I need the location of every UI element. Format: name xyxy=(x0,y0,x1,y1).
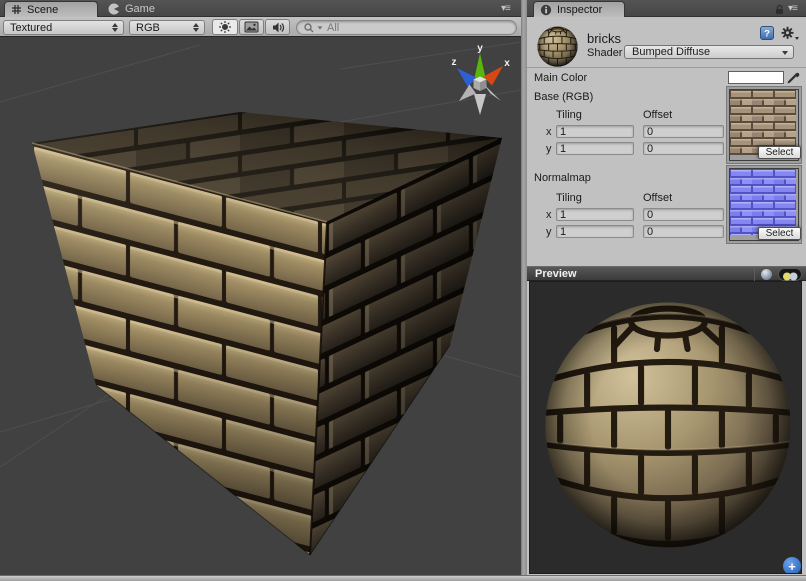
inspector-tabstrip: Inspector ▾≡ xyxy=(527,0,806,17)
tab-inspector[interactable]: Inspector xyxy=(533,1,625,17)
search-icon xyxy=(303,22,316,34)
material-preview-area[interactable]: + xyxy=(529,281,802,574)
window-bottom-edge xyxy=(0,575,806,581)
preview-title: Preview xyxy=(535,268,577,280)
base-section-label: Base (RGB) xyxy=(534,91,593,103)
scene-toolbar: Textured RGB xyxy=(0,17,521,37)
base-offset-y-field[interactable] xyxy=(643,142,724,155)
preview-lighting-toggle[interactable] xyxy=(778,268,802,281)
material-name: bricks xyxy=(587,31,621,46)
gizmo-z-axis-label[interactable]: z xyxy=(452,57,457,68)
scene-search-field[interactable] xyxy=(296,20,517,35)
main-color-swatch[interactable] xyxy=(728,71,784,84)
game-view-icon xyxy=(108,3,120,15)
normalmap-offset-y-field[interactable] xyxy=(643,225,724,238)
shader-dropdown[interactable]: Bumped Diffuse xyxy=(624,45,794,59)
gear-menu-icon[interactable] xyxy=(781,26,800,41)
scene-lighting-toggle[interactable] xyxy=(212,19,238,35)
normalmap-tiling-header: Tiling xyxy=(556,192,582,204)
shader-value: Bumped Diffuse xyxy=(632,46,710,58)
material-ball-thumbnail xyxy=(537,26,578,67)
scene-effects-toggle[interactable] xyxy=(239,19,264,35)
dropdown-arrows-icon xyxy=(112,23,118,32)
svg-text:?: ? xyxy=(764,29,770,40)
base-offset-x-field[interactable] xyxy=(643,125,724,138)
eyedropper-icon[interactable] xyxy=(786,70,801,85)
scene-3d-canvas: y x z xyxy=(0,37,521,575)
dropdown-arrows-icon xyxy=(193,23,199,32)
lock-icon[interactable] xyxy=(774,4,786,15)
image-icon xyxy=(244,21,259,33)
base-tiling-x-field[interactable] xyxy=(556,125,634,138)
normalmap-select-button[interactable]: Select xyxy=(758,227,801,240)
gizmo-x-axis-label[interactable]: x xyxy=(504,58,510,69)
scene-viewport[interactable]: y x z xyxy=(0,37,521,575)
unity-editor-window: Scene Game ▾≡ Textured RGB xyxy=(0,0,806,581)
color-mode-value: RGB xyxy=(136,22,160,34)
preview-header[interactable]: Preview xyxy=(527,266,806,281)
dropdown-arrow-icon xyxy=(782,51,788,55)
add-button[interactable]: + xyxy=(783,557,801,574)
render-mode-value: Textured xyxy=(10,22,52,34)
base-select-button[interactable]: Select xyxy=(758,146,801,159)
search-filter-arrow-icon xyxy=(318,26,323,29)
header-separator xyxy=(527,67,806,68)
preview-shaded-toggle[interactable] xyxy=(760,268,773,281)
normalmap-offset-x-field[interactable] xyxy=(643,208,724,221)
normalmap-y-row-label: y xyxy=(546,226,552,238)
base-x-row-label: x xyxy=(546,126,552,138)
scene-audio-toggle[interactable] xyxy=(265,19,290,35)
help-icon[interactable]: ? xyxy=(760,26,774,40)
normalmap-texture-image xyxy=(730,169,796,235)
search-input[interactable] xyxy=(327,22,507,34)
preview-sphere xyxy=(543,300,793,550)
sun-icon xyxy=(218,20,232,34)
shader-field-label: Shader xyxy=(587,47,622,59)
tab-game-label: Game xyxy=(125,3,155,15)
normalmap-offset-header: Offset xyxy=(643,192,672,204)
tab-scene-label: Scene xyxy=(27,4,58,16)
base-y-row-label: y xyxy=(546,143,552,155)
base-tiling-header: Tiling xyxy=(556,109,582,121)
normalmap-x-row-label: x xyxy=(546,209,552,221)
speaker-icon xyxy=(271,21,285,34)
tab-inspector-label: Inspector xyxy=(557,4,602,16)
render-mode-dropdown[interactable]: Textured xyxy=(3,20,124,35)
grid-icon xyxy=(11,4,22,15)
scene-panel-menu-icon[interactable]: ▾≡ xyxy=(501,3,510,14)
tab-game[interactable]: Game xyxy=(102,1,164,17)
inspector-panel-menu-icon[interactable]: ▾≡ xyxy=(788,3,797,14)
scene-tabstrip: Scene Game ▾≡ xyxy=(0,0,521,17)
base-tiling-y-field[interactable] xyxy=(556,142,634,155)
scene-panel: Scene Game ▾≡ Textured RGB xyxy=(0,0,521,575)
inspector-panel: Inspector ▾≡ bricks Shader Bumped Diffus… xyxy=(527,0,806,575)
base-offset-header: Offset xyxy=(643,109,672,121)
normalmap-tiling-x-field[interactable] xyxy=(556,208,634,221)
preview-header-divider xyxy=(754,267,755,282)
normalmap-section-label: Normalmap xyxy=(534,172,591,184)
tab-scene[interactable]: Scene xyxy=(4,1,98,17)
normalmap-tiling-y-field[interactable] xyxy=(556,225,634,238)
main-color-label: Main Color xyxy=(534,72,587,84)
info-icon xyxy=(540,4,552,16)
gizmo-y-axis-label[interactable]: y xyxy=(477,43,483,54)
color-mode-dropdown[interactable]: RGB xyxy=(129,20,205,35)
